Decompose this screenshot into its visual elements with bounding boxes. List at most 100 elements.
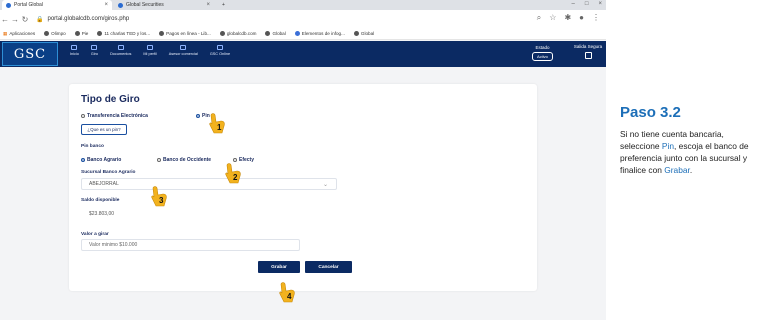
reload-icon[interactable]: ↻ xyxy=(20,15,30,24)
url-field[interactable]: 🔒 portal.globalcdb.com/giros.php xyxy=(36,16,129,23)
pin-highlight: Pin xyxy=(661,141,675,151)
home-icon xyxy=(71,45,78,50)
chevron-down-icon: ⌄ xyxy=(322,182,328,188)
app-navbar: GSC Inicio Giro Documentos Mi perfil Ase… xyxy=(0,41,606,67)
nav-item-gsc-online[interactable]: GSC Online xyxy=(210,45,230,56)
forward-icon[interactable]: → xyxy=(10,15,20,24)
transfer-icon xyxy=(91,45,98,50)
bookmark-icon xyxy=(294,31,300,36)
grabar-button[interactable]: Grabar xyxy=(258,261,300,273)
valor-input[interactable] xyxy=(81,239,300,251)
tab-bar: Portal Global × Global Securities × + – … xyxy=(0,0,606,10)
nav-item-inicio[interactable]: Inicio xyxy=(70,45,79,56)
extensions-icon[interactable]: ✱ xyxy=(564,13,571,23)
bookmark-icon xyxy=(97,31,103,36)
radio-circle xyxy=(81,114,85,118)
bookmark[interactable]: globalcdb.com xyxy=(219,31,256,36)
hand-pointer-icon: 2 xyxy=(224,163,244,185)
hand-pointer-icon: 1 xyxy=(208,113,228,135)
bookmark[interactable]: Olimpo xyxy=(44,31,66,36)
nav-item-mi-perfil[interactable]: Mi perfil xyxy=(143,45,157,56)
maximize-icon[interactable]: □ xyxy=(585,1,589,7)
radio-banco-agrario[interactable]: Banco Agrario xyxy=(81,157,121,163)
tab-portal-global[interactable]: Portal Global × xyxy=(2,0,112,10)
close-tab-icon[interactable]: × xyxy=(104,2,108,8)
sucursal-select[interactable]: ABEJORRAL ⌄ xyxy=(81,178,337,190)
profile-icon[interactable]: ● xyxy=(579,13,584,23)
bookmark[interactable]: Elementos de infog... xyxy=(294,31,345,36)
lock-icon: 🔒 xyxy=(36,16,44,23)
pin-banco-label: Pin banco xyxy=(81,144,104,149)
sucursal-value: ABEJORRAL xyxy=(89,181,119,187)
user-icon xyxy=(147,45,154,50)
estado-block: Estado Activo xyxy=(532,45,553,61)
status-badge: Activo xyxy=(532,52,553,61)
bookmark-icon xyxy=(265,31,271,36)
exit-icon xyxy=(584,52,592,59)
close-window-icon[interactable]: × xyxy=(598,1,602,7)
radio-circle xyxy=(157,158,161,162)
back-icon[interactable]: ← xyxy=(0,15,10,24)
radio-transferencia[interactable]: Transferencia Electrónica xyxy=(81,113,148,119)
monitor-icon xyxy=(216,45,223,50)
saldo-value: $23.803,00 xyxy=(89,211,115,217)
giro-form-card: Tipo de Giro Transferencia Electrónica P… xyxy=(69,84,537,291)
bookmark-icon xyxy=(219,31,225,36)
address-bar-icons: ⌕ ☆ ✱ ● ⋮ xyxy=(537,13,600,23)
bookmark-icon xyxy=(74,31,80,36)
bookmark-icon xyxy=(353,31,359,36)
valor-label: Valor a girar xyxy=(81,232,109,237)
valor-field[interactable] xyxy=(89,242,299,248)
url-text: portal.globalcdb.com/giros.php xyxy=(47,16,130,22)
tab-favicon-icon xyxy=(118,2,123,8)
bookmark[interactable]: Global xyxy=(265,31,286,36)
radio-banco-occidente[interactable]: Banco de Occidente xyxy=(157,157,211,163)
window-controls: – □ × xyxy=(572,1,602,7)
hand-pointer-icon: 3 xyxy=(150,186,170,208)
radio-circle xyxy=(196,114,200,118)
radio-circle xyxy=(81,158,85,162)
que-es-pin-button[interactable]: ¿Que es un pin? xyxy=(81,124,127,135)
document-icon xyxy=(117,45,124,50)
form-title: Tipo de Giro xyxy=(81,94,140,105)
bookmark[interactable]: Global xyxy=(353,31,374,36)
main-nav: Inicio Giro Documentos Mi perfil Asesor … xyxy=(70,45,230,56)
menu-icon[interactable]: ⋮ xyxy=(592,13,600,23)
address-bar: ← → ↻ 🔒 portal.globalcdb.com/giros.php ⌕… xyxy=(0,10,606,28)
tab-global-securities[interactable]: Global Securities × xyxy=(114,0,214,10)
bookmark[interactable]: Pie xyxy=(74,31,88,36)
star-icon[interactable]: ☆ xyxy=(549,13,556,23)
nav-item-giro[interactable]: Giro xyxy=(91,45,98,56)
tab-title: Portal Global xyxy=(14,2,43,8)
bookmark[interactable]: Pagos en línea - Lib... xyxy=(159,31,211,36)
hand-pointer-icon: 4 xyxy=(278,282,298,304)
radio-circle xyxy=(233,158,237,162)
bookmark-icon xyxy=(44,31,50,36)
cancelar-button[interactable]: Cancelar xyxy=(305,261,352,273)
close-tab-icon[interactable]: × xyxy=(206,2,210,8)
advisor-icon xyxy=(180,45,187,50)
browser-window: Portal Global × Global Securities × + – … xyxy=(0,0,606,320)
apps-grid-icon: ▦ xyxy=(3,30,8,36)
new-tab-icon[interactable]: + xyxy=(218,0,232,10)
logout-label: Salida Segura xyxy=(573,44,603,49)
saldo-label: Saldo disponible xyxy=(81,198,120,203)
sucursal-label: Sucursal Banco Agrario xyxy=(81,170,136,175)
step-title: Paso 3.2 xyxy=(620,104,681,121)
marker-number: 3 xyxy=(159,196,164,205)
bookmark[interactable]: 11 charlas TED y los... xyxy=(97,31,150,36)
marker-number: 1 xyxy=(217,123,222,132)
bookmark-icon xyxy=(159,31,165,36)
nav-item-asesor[interactable]: Asesor comercial xyxy=(169,45,198,56)
marker-number: 2 xyxy=(233,173,238,182)
marker-number: 4 xyxy=(287,292,292,301)
logout-button[interactable]: Salida Segura xyxy=(570,44,606,59)
nav-item-documentos[interactable]: Documentos xyxy=(110,45,131,56)
minimize-icon[interactable]: – xyxy=(572,1,575,7)
step-instructions: Si no tiene cuenta bancaria, seleccione … xyxy=(620,129,749,175)
gsc-logo[interactable]: GSC xyxy=(2,42,58,66)
grabar-highlight: Grabar xyxy=(664,165,690,175)
estado-label: Estado xyxy=(535,45,550,50)
search-icon[interactable]: ⌕ xyxy=(537,13,541,23)
bookmark-apps[interactable]: ▦ Aplicaciones xyxy=(3,31,35,37)
